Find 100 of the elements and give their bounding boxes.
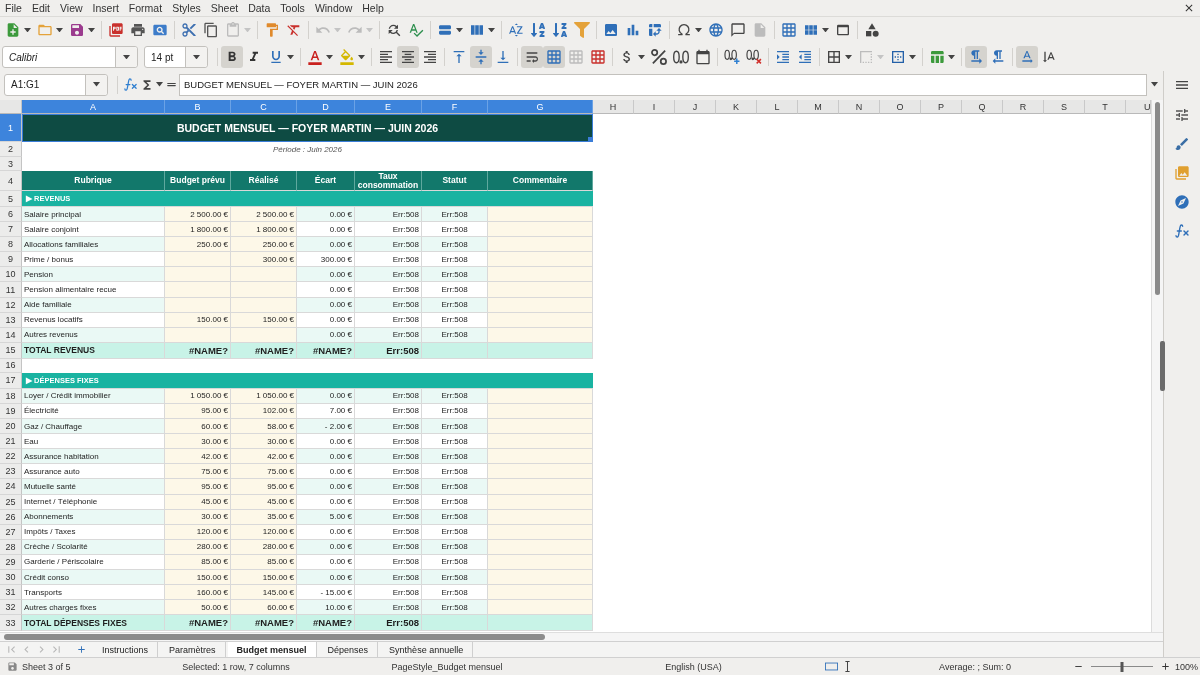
column-header[interactable]: E: [355, 100, 422, 114]
caret-icon[interactable]: [93, 82, 100, 87]
sheet-tab[interactable]: Instructions: [93, 642, 159, 657]
slider-thumb[interactable]: [1120, 661, 1124, 672]
row-header[interactable]: 10: [0, 267, 22, 283]
plus-icon[interactable]: [76, 644, 87, 655]
compass-icon[interactable]: [1174, 194, 1190, 210]
row-header[interactable]: 21: [0, 434, 22, 450]
column-header[interactable]: D: [297, 100, 355, 114]
dropdown-button[interactable]: [115, 47, 137, 67]
column-header[interactable]: N: [839, 100, 880, 114]
sliders-icon[interactable]: [1174, 107, 1190, 123]
menu-item[interactable]: Insert: [87, 0, 124, 16]
formula-input[interactable]: BUDGET MENSUEL — FOYER MARTIN — JUIN 2026: [179, 73, 1147, 96]
caret-icon[interactable]: [822, 27, 829, 33]
column-header[interactable]: C: [231, 100, 297, 114]
column-header[interactable]: O: [880, 100, 921, 114]
column-header[interactable]: J: [675, 100, 716, 114]
sidebar-grip-handle[interactable]: [1160, 341, 1165, 391]
sheet-tab[interactable]: Synthèse annuelle: [380, 642, 474, 657]
row-header[interactable]: 32: [0, 600, 22, 616]
row-header[interactable]: 11: [0, 282, 22, 298]
row-header[interactable]: 31: [0, 585, 22, 601]
name-box[interactable]: A1:G1: [4, 73, 108, 96]
menu-item[interactable]: Data: [243, 0, 276, 16]
caret-icon[interactable]: [456, 27, 463, 33]
caret-icon[interactable]: [488, 27, 495, 33]
menu-item[interactable]: Styles: [167, 0, 206, 16]
text-cursor-icon[interactable]: [842, 661, 853, 672]
plus-icon[interactable]: [1160, 661, 1171, 672]
function-icon[interactable]: [1174, 223, 1190, 239]
menu-item[interactable]: Format: [123, 0, 168, 16]
caret-icon[interactable]: [909, 54, 916, 60]
caret-icon[interactable]: [638, 54, 645, 60]
menu-item[interactable]: Help: [357, 0, 389, 16]
row-header[interactable]: 24: [0, 479, 22, 495]
caret-icon[interactable]: [193, 54, 200, 60]
column-header[interactable]: Q: [962, 100, 1003, 114]
omega-icon[interactable]: [676, 22, 692, 38]
caret-icon[interactable]: [845, 54, 852, 60]
column-header[interactable]: L: [757, 100, 798, 114]
row-header[interactable]: 20: [0, 419, 22, 435]
caret-icon[interactable]: [24, 27, 31, 33]
column-header[interactable]: M: [798, 100, 839, 114]
column-header[interactable]: B: [165, 100, 231, 114]
caret-icon[interactable]: [358, 54, 365, 60]
caret-icon[interactable]: [123, 54, 130, 60]
border-grid-icon[interactable]: [826, 49, 842, 65]
caret-icon[interactable]: [155, 82, 163, 87]
row-header[interactable]: 33: [0, 615, 22, 632]
column-header[interactable]: K: [716, 100, 757, 114]
column-header[interactable]: F: [422, 100, 488, 114]
brush-icon[interactable]: [1174, 136, 1190, 152]
scrollbar-thumb[interactable]: [1155, 102, 1160, 295]
row-header[interactable]: 5: [0, 191, 22, 207]
caret-icon[interactable]: [56, 27, 63, 33]
menu-item[interactable]: Sheet: [205, 0, 244, 16]
caret-icon[interactable]: [948, 54, 955, 60]
row-header[interactable]: 9: [0, 252, 22, 268]
fill-handle[interactable]: [588, 137, 593, 142]
row-header[interactable]: 22: [0, 449, 22, 465]
rectangle-icon[interactable]: [825, 660, 838, 673]
column-header[interactable]: G: [488, 100, 593, 114]
zoom-percent[interactable]: 100%: [1175, 661, 1199, 672]
sheet-tab[interactable]: Budget mensuel: [227, 642, 317, 657]
table-rows-icon[interactable]: [437, 22, 453, 38]
column-header[interactable]: H: [593, 100, 634, 114]
underline-icon[interactable]: [268, 49, 284, 65]
column-header[interactable]: R: [1003, 100, 1044, 114]
row-header[interactable]: 1: [0, 114, 22, 142]
font-name-field[interactable]: Calibri: [2, 46, 138, 68]
font-size-field[interactable]: 14 pt: [144, 46, 208, 68]
page-style[interactable]: PageStyle_Budget mensuel: [391, 661, 503, 672]
row-header[interactable]: 2: [0, 142, 22, 157]
grid-blocks-icon[interactable]: [803, 22, 819, 38]
square-outline-icon[interactable]: [890, 49, 906, 65]
row-header[interactable]: 6: [0, 207, 22, 223]
row-header[interactable]: 4: [0, 171, 22, 191]
table-columns-icon[interactable]: [469, 22, 485, 38]
column-header[interactable]: I: [634, 100, 675, 114]
column-header[interactable]: S: [1044, 100, 1085, 114]
row-header[interactable]: 7: [0, 222, 22, 238]
menu-item[interactable]: Window: [309, 0, 358, 16]
dropdown-button[interactable]: [185, 47, 207, 67]
column-header[interactable]: T: [1085, 100, 1126, 114]
row-header[interactable]: 8: [0, 237, 22, 253]
row-header[interactable]: 3: [0, 157, 22, 171]
text-color-icon[interactable]: [307, 49, 323, 65]
menu-item[interactable]: Tools: [275, 0, 310, 16]
caret-icon[interactable]: [88, 27, 95, 33]
menu-item[interactable]: View: [55, 0, 88, 16]
dropdown-button[interactable]: [85, 74, 107, 95]
caret-icon[interactable]: [326, 54, 333, 60]
caret-icon[interactable]: [695, 27, 702, 33]
column-header[interactable]: U: [1126, 100, 1151, 114]
column-header[interactable]: P: [921, 100, 962, 114]
sheet-tab[interactable]: Paramètres: [160, 642, 226, 657]
column-header[interactable]: A: [22, 100, 165, 114]
language[interactable]: English (USA): [665, 661, 722, 672]
caret-icon[interactable]: [287, 54, 294, 60]
